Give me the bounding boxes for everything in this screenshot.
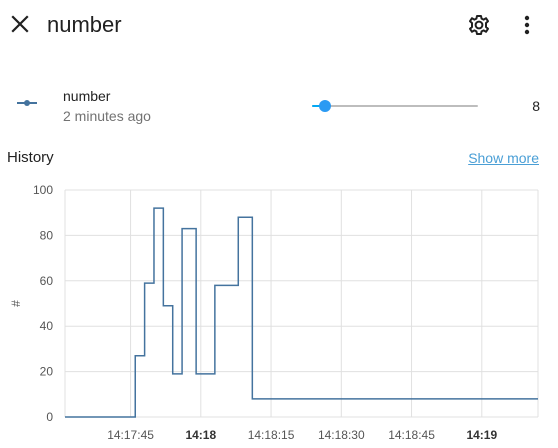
y-tick-label: 40 xyxy=(40,319,54,333)
x-tick-label: 14:18:15 xyxy=(248,428,295,442)
y-tick-label: 60 xyxy=(40,274,54,288)
y-tick-label: 20 xyxy=(40,365,54,379)
more-vertical-icon xyxy=(524,15,530,35)
settings-button[interactable] xyxy=(466,12,492,38)
history-heading: History xyxy=(7,149,54,166)
gear-icon xyxy=(469,15,489,35)
x-tick-label: 14:17:45 xyxy=(107,428,154,442)
y-tick-label: 0 xyxy=(46,410,53,424)
ray-vertex-icon xyxy=(15,96,39,108)
y-tick-label: 100 xyxy=(33,183,53,197)
more-menu-button[interactable] xyxy=(514,12,540,38)
entity-row: number 2 minutes ago 8 xyxy=(0,82,558,130)
close-icon xyxy=(11,15,29,33)
close-button[interactable] xyxy=(6,10,34,38)
entity-value: 8 xyxy=(532,98,540,114)
slider-thumb[interactable] xyxy=(319,100,332,112)
x-tick-label: 14:18:30 xyxy=(318,428,365,442)
show-more-link[interactable]: Show more xyxy=(468,150,539,166)
series-line xyxy=(65,207,538,418)
history-chart: 0 20 40 60 80 100 14:17:45 14:18 14:18:15 14:18:3… xyxy=(9,183,539,442)
slider-track[interactable] xyxy=(312,105,478,107)
y-tick-label: 80 xyxy=(40,228,54,242)
y-axis-label: # xyxy=(9,300,23,307)
dialog-header: number xyxy=(0,0,558,52)
x-tick-label: 14:19 xyxy=(466,428,497,442)
entity-last-changed: 2 minutes ago xyxy=(63,108,151,124)
x-tick-label: 14:18 xyxy=(185,428,216,442)
dialog-title: number xyxy=(47,12,122,37)
x-tick-label: 14:18:45 xyxy=(388,428,435,442)
entity-name: number xyxy=(63,88,111,104)
value-slider[interactable] xyxy=(312,96,478,116)
